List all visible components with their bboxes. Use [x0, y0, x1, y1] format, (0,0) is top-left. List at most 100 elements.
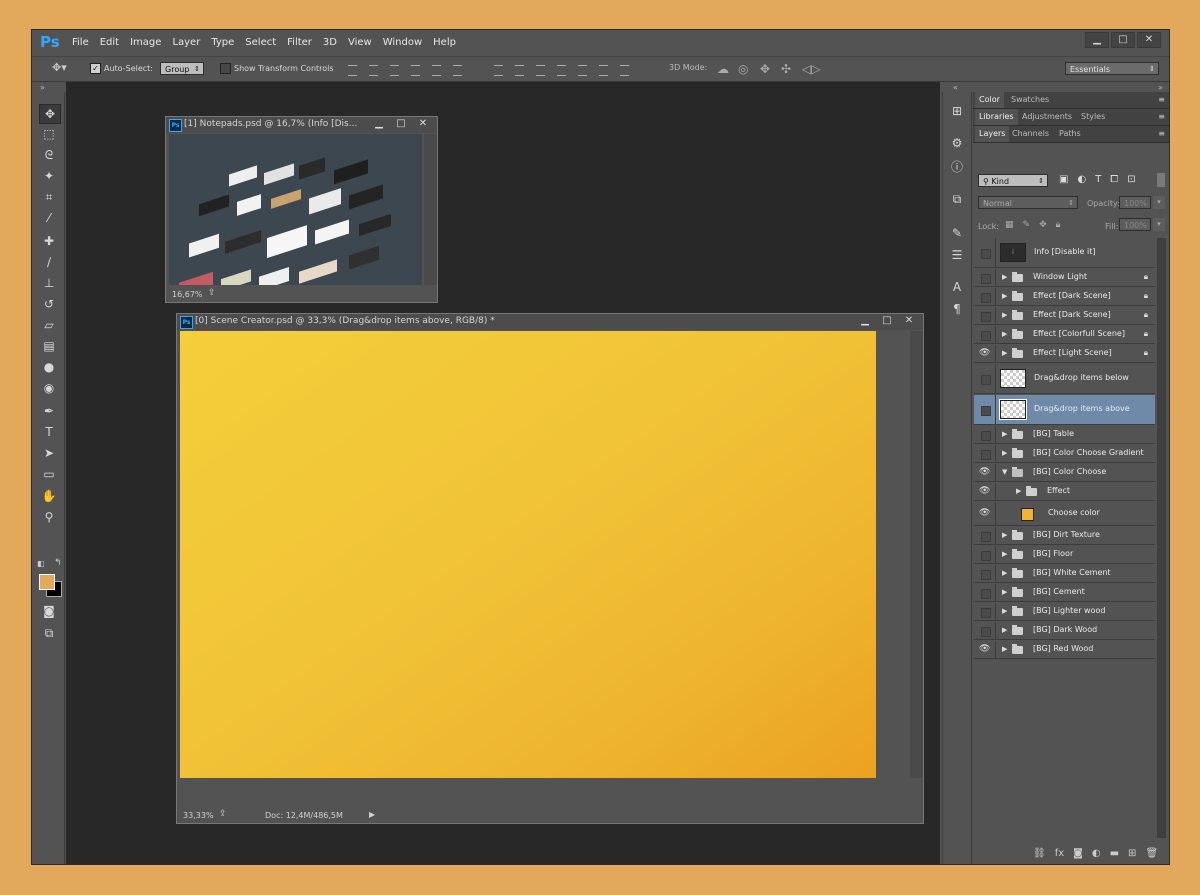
dodge-tool-icon[interactable]: ◉: [39, 379, 59, 397]
distribute-left-icon[interactable]: [557, 65, 566, 76]
menu-help[interactable]: Help: [433, 37, 456, 48]
expand-right-icon[interactable]: ▶: [1002, 349, 1007, 357]
layer-row[interactable]: 👁︎ ▶ Effect [Light Scene] 🔒︎: [974, 345, 1155, 363]
new-layer-icon[interactable]: ⊞: [1128, 848, 1136, 859]
maximize-button[interactable]: □: [1111, 32, 1135, 48]
marquee-tool-icon[interactable]: ⬚: [39, 125, 59, 143]
3d-scale-icon[interactable]: ◁▷: [802, 62, 820, 76]
3d-pan-icon[interactable]: ✥: [760, 62, 770, 76]
tab-adjustments[interactable]: Adjustments: [1018, 109, 1076, 125]
layer-row[interactable]: ▶ [BG] Color Choose Gradient: [974, 445, 1155, 463]
visibility-toggle[interactable]: [974, 238, 996, 267]
close-button[interactable]: ✕: [1137, 32, 1161, 48]
panel-menu-icon[interactable]: ≡: [1158, 112, 1165, 121]
blend-mode-dropdown[interactable]: Normal ⇕: [978, 196, 1078, 209]
lock-transparent-icon[interactable]: ▦: [1005, 220, 1014, 230]
blur-tool-icon[interactable]: ●: [39, 358, 59, 376]
expand-right-icon[interactable]: ▶: [1002, 607, 1007, 615]
visibility-toggle[interactable]: [974, 395, 996, 424]
layer-row[interactable]: 👁︎ Choose color: [974, 502, 1155, 526]
auto-align-icon[interactable]: [620, 65, 629, 76]
panel-menu-icon[interactable]: ≡: [1158, 95, 1165, 104]
default-colors-icon[interactable]: ◧: [37, 559, 45, 568]
menu-3d[interactable]: 3D: [323, 37, 337, 48]
expand-right-icon[interactable]: ▶: [1002, 330, 1007, 338]
distribute-top-icon[interactable]: [494, 65, 503, 76]
foreground-color-swatch-top[interactable]: [39, 574, 55, 590]
brush-panel-icon[interactable]: ✎: [948, 224, 966, 242]
doc-scroll-v[interactable]: [910, 331, 923, 778]
distribute-bottom-icon[interactable]: [536, 65, 545, 76]
expand-right-icon[interactable]: ▶: [1002, 311, 1007, 319]
filter-pixel-icon[interactable]: ▣: [1059, 174, 1068, 185]
collapse-arrows-icon[interactable]: »: [1158, 83, 1163, 92]
quick-mask-icon[interactable]: ◙: [39, 602, 59, 620]
filter-smartobject-icon[interactable]: ⊡: [1127, 174, 1135, 185]
tab-color[interactable]: Color: [975, 92, 1004, 108]
lock-position-icon[interactable]: ✥: [1039, 220, 1047, 230]
path-selection-tool-icon[interactable]: ➤: [39, 444, 59, 462]
visibility-toggle[interactable]: [974, 527, 996, 544]
layer-row[interactable]: 👁︎ ▼ [BG] Color Choose: [974, 464, 1155, 482]
visibility-toggle[interactable]: [974, 565, 996, 582]
type-tool-icon[interactable]: T: [39, 423, 59, 441]
layer-row[interactable]: ▶ Effect [Dark Scene] 🔒︎: [974, 307, 1155, 325]
notepads-canvas-preview[interactable]: [169, 134, 422, 285]
layer-row[interactable]: i Info [Disable it]: [974, 238, 1155, 268]
share-icon[interactable]: ⇪: [219, 809, 227, 819]
link-layers-icon[interactable]: ⛓: [1033, 848, 1046, 859]
hand-tool-icon[interactable]: ✋: [39, 487, 59, 505]
filter-adjustment-icon[interactable]: ◐: [1077, 174, 1086, 185]
auto-select-checkbox[interactable]: ✓ Auto-Select:: [90, 63, 153, 74]
zoom-tool-icon[interactable]: ⚲: [39, 508, 59, 526]
character-panel-icon[interactable]: A: [948, 278, 966, 296]
visibility-toggle[interactable]: [974, 584, 996, 601]
lasso-tool-icon[interactable]: ᘓ: [39, 146, 59, 164]
trash-icon[interactable]: 🗑︎: [1145, 848, 1158, 859]
align-top-icon[interactable]: [348, 65, 357, 76]
collapse-arrows-icon[interactable]: »: [40, 83, 45, 92]
doc-title-bar[interactable]: Ps [1] Notepads.psd @ 16,7% (Info [Dis..…: [166, 117, 437, 133]
swap-colors-icon[interactable]: ↰: [54, 558, 62, 568]
brush-tool-icon[interactable]: ∕: [39, 253, 59, 271]
3d-slide-icon[interactable]: ✣: [781, 62, 791, 76]
menu-filter[interactable]: Filter: [287, 37, 312, 48]
filter-shape-icon[interactable]: ⧠: [1110, 174, 1118, 185]
doc-title-bar[interactable]: Ps [0] Scene Creator.psd @ 33,3% (Drag&d…: [177, 314, 923, 330]
minimize-button[interactable]: ▁: [1085, 32, 1109, 48]
opacity-slider-toggle[interactable]: ▾: [1153, 196, 1165, 209]
layer-row[interactable]: ▶ Effect [Colorfull Scene] 🔒︎: [974, 326, 1155, 344]
visibility-toggle[interactable]: [974, 288, 996, 305]
share-icon[interactable]: ⇪: [208, 288, 216, 298]
filter-type-icon[interactable]: T: [1095, 174, 1101, 185]
info-panel-icon[interactable]: ⓘ: [948, 158, 966, 176]
expand-right-icon[interactable]: ▶: [1016, 487, 1021, 495]
move-tool-icon[interactable]: ✥: [39, 104, 61, 124]
align-vcenter-icon[interactable]: [369, 65, 378, 76]
expand-right-icon[interactable]: ▶: [1002, 273, 1007, 281]
eyedropper-tool-icon[interactable]: ⁄: [39, 209, 59, 227]
scene-canvas[interactable]: [180, 331, 876, 778]
layer-row[interactable]: ▶ [BG] White Cement: [974, 565, 1155, 583]
paragraph-panel-icon[interactable]: ¶: [948, 300, 966, 318]
expand-right-icon[interactable]: ▶: [1002, 430, 1007, 438]
tab-paths[interactable]: Paths: [1055, 126, 1085, 142]
rectangle-tool-icon[interactable]: ▭: [39, 465, 59, 483]
doc-close-button[interactable]: ✕: [898, 315, 920, 328]
layer-filter-kind[interactable]: ⚲ Kind ⇕: [978, 174, 1048, 187]
menu-select[interactable]: Select: [245, 37, 276, 48]
distribute-right-icon[interactable]: [599, 65, 608, 76]
layer-row[interactable]: ▶ [BG] Dirt Texture: [974, 527, 1155, 545]
align-right-icon[interactable]: [453, 65, 462, 76]
clone-source-panel-icon[interactable]: ⧉: [948, 190, 966, 208]
visibility-toggle[interactable]: 👁︎: [974, 502, 996, 525]
tab-libraries[interactable]: Libraries: [975, 109, 1018, 125]
layer-row[interactable]: 👁︎ ▶ Effect: [974, 483, 1155, 501]
history-brush-tool-icon[interactable]: ↺: [39, 295, 59, 313]
expand-right-icon[interactable]: ▶: [1002, 588, 1007, 596]
filter-toggle[interactable]: [1157, 173, 1165, 187]
gradient-tool-icon[interactable]: ▤: [39, 337, 59, 355]
menu-edit[interactable]: Edit: [100, 37, 119, 48]
collapse-arrows-icon[interactable]: «: [953, 83, 958, 92]
panel-menu-icon[interactable]: ≡: [1158, 129, 1165, 138]
